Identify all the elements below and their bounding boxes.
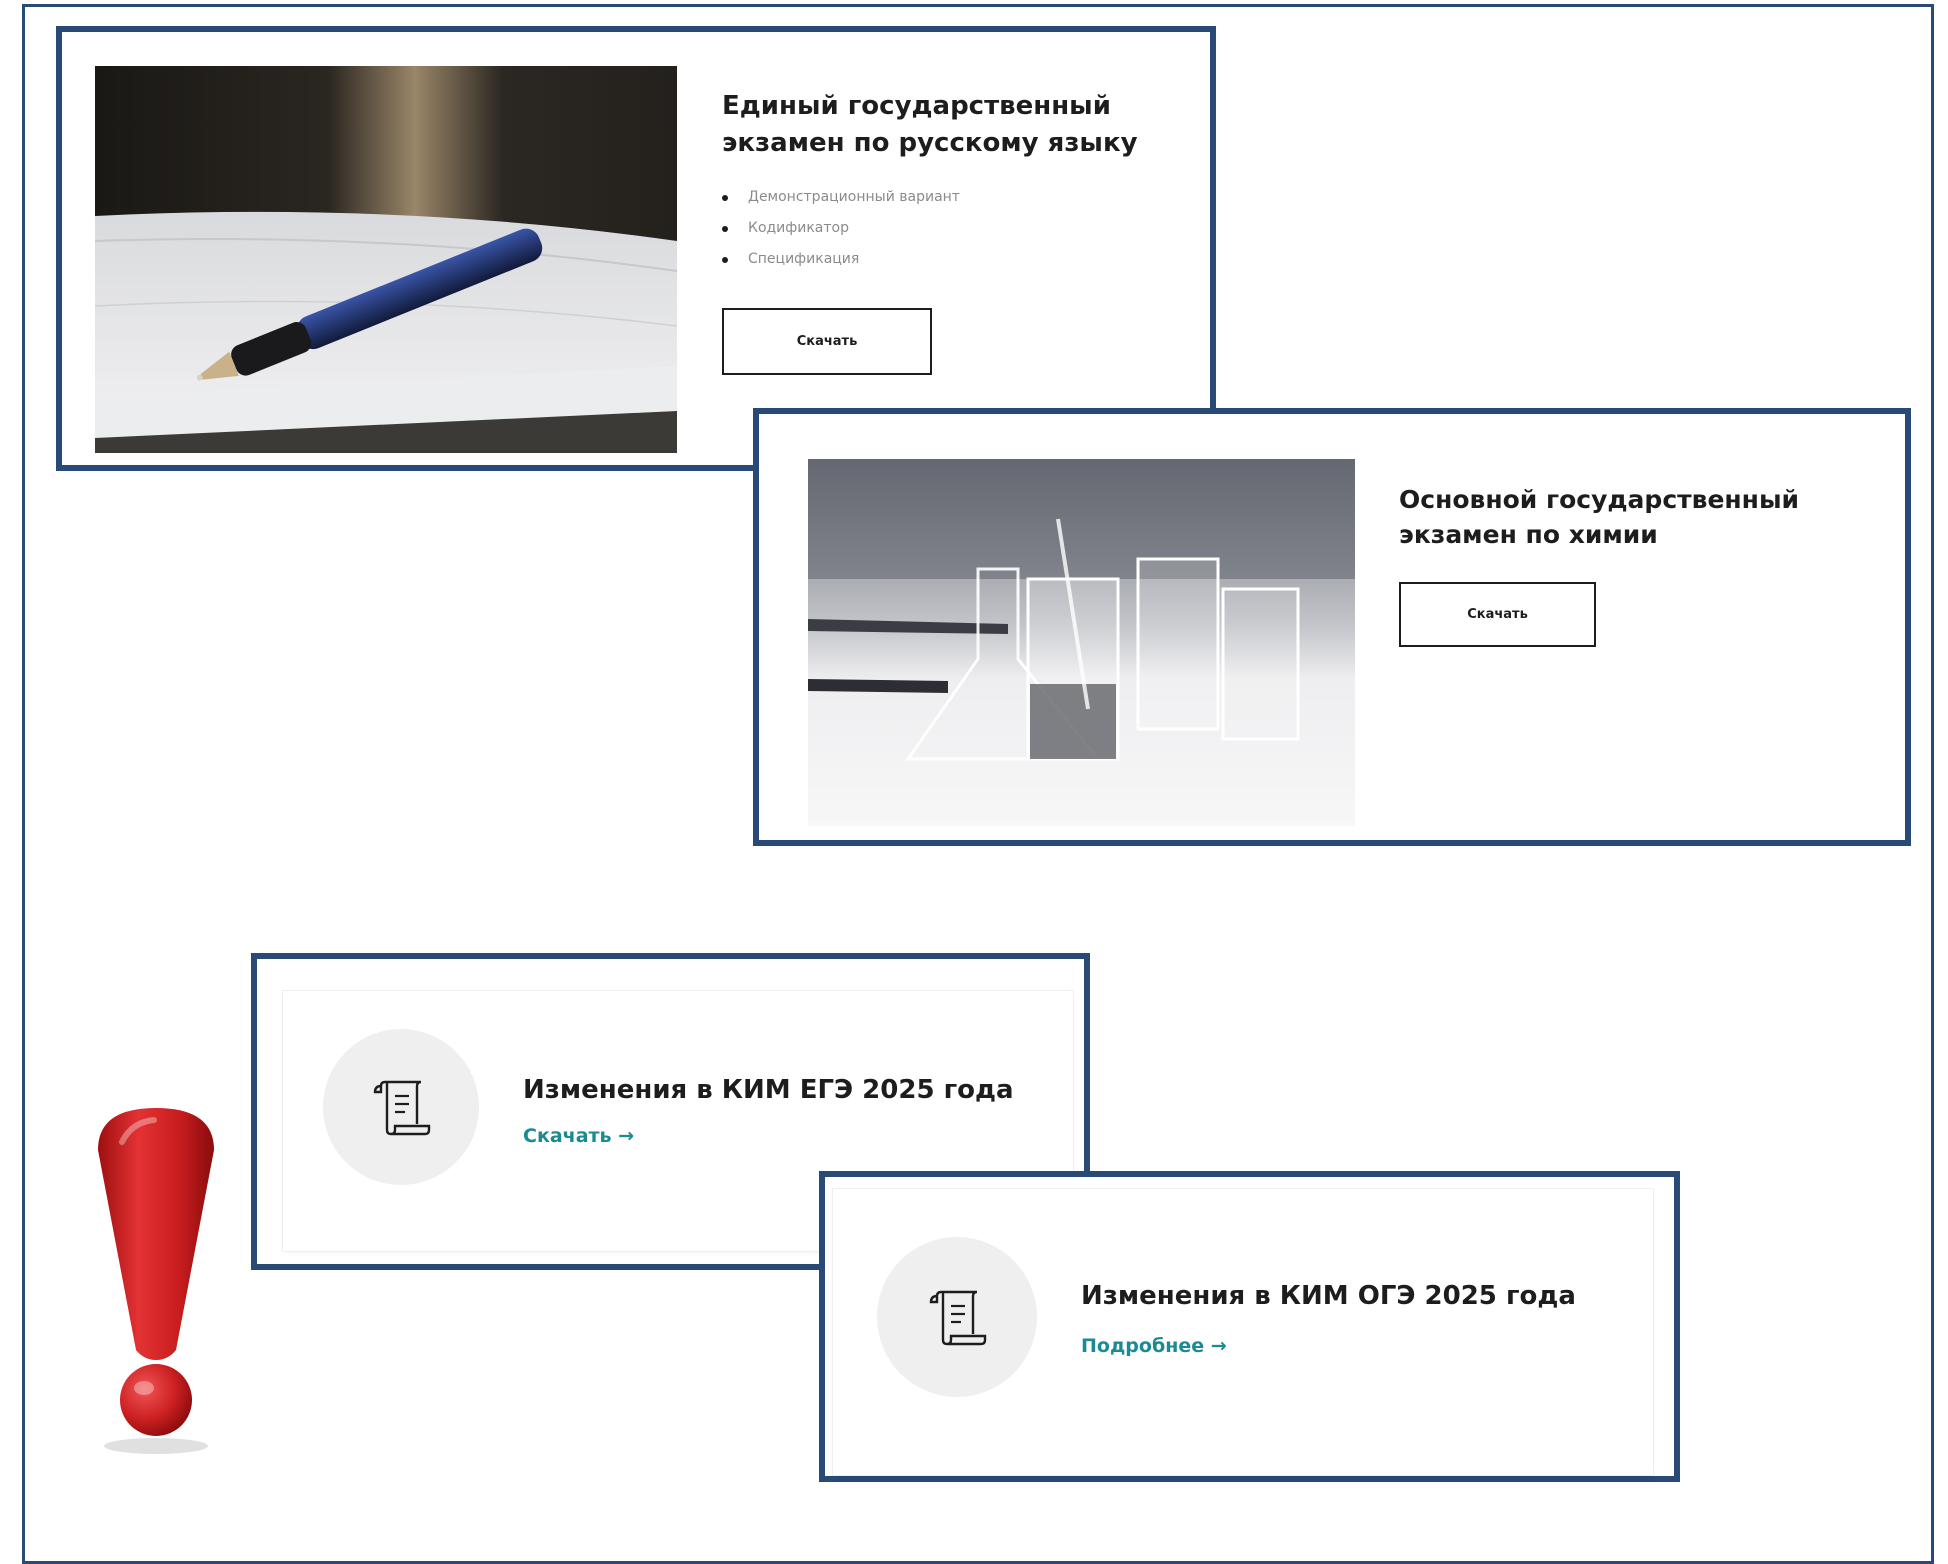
chemistry-exam-title: Основной государственный экзамен по хими… xyxy=(1399,485,1800,549)
kim-ege-icon-circle xyxy=(323,1029,479,1185)
kim-oge-more-link[interactable]: Подробнее → xyxy=(1081,1335,1227,1357)
scroll-document-icon xyxy=(929,1290,987,1346)
document-item-demo[interactable]: Демонстрационный вариант xyxy=(722,182,960,213)
chemistry-exam-card: Основной государственный экзамен по хими… xyxy=(753,408,1911,846)
kim-oge-icon-circle xyxy=(877,1237,1037,1397)
document-item-codifier[interactable]: Кодификатор xyxy=(722,213,960,244)
kim-ege-download-link[interactable]: Скачать → xyxy=(523,1125,634,1147)
chemistry-download-button[interactable]: Скачать xyxy=(1399,582,1596,647)
russian-document-list: Демонстрационный вариант Кодификатор Спе… xyxy=(722,182,960,275)
exclamation-mark-icon xyxy=(98,1108,214,1454)
russian-exam-card: Единый государственный экзамен по русско… xyxy=(56,26,1216,471)
kim-ege-title: Изменения в КИМ ЕГЭ 2025 года xyxy=(523,1075,1014,1105)
scroll-document-icon xyxy=(373,1080,431,1136)
lab-glassware-photo xyxy=(808,459,1355,826)
russian-exam-title: Единый государственный экзамен по русско… xyxy=(722,91,1138,158)
document-item-specification[interactable]: Спецификация xyxy=(722,244,960,275)
kim-oge-card: Изменения в КИМ ОГЭ 2025 года Подробнее … xyxy=(819,1171,1680,1482)
kim-oge-title: Изменения в КИМ ОГЭ 2025 года xyxy=(1081,1281,1576,1311)
russian-download-button[interactable]: Скачать xyxy=(722,308,932,375)
pen-on-paper-photo xyxy=(95,66,677,453)
